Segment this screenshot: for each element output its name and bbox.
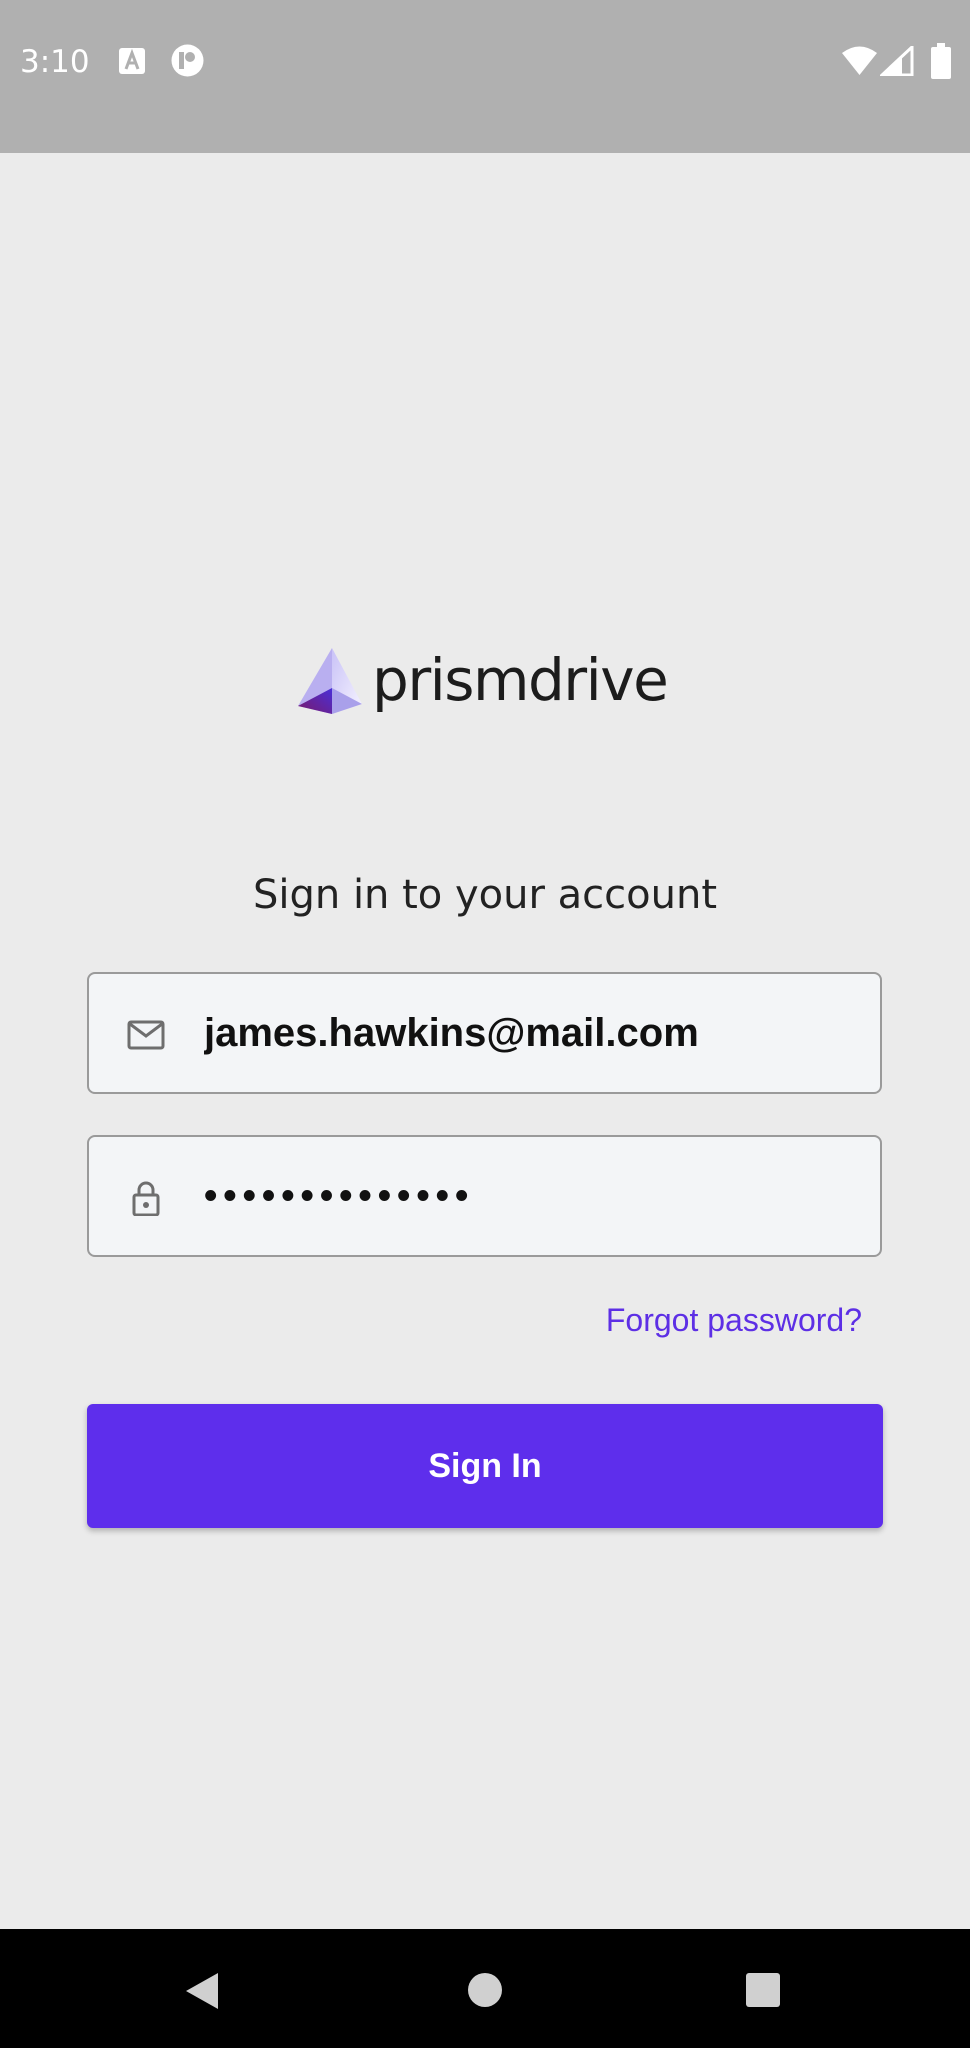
status-bar: 3:10 — [0, 0, 970, 153]
navigation-bar — [0, 1929, 970, 2048]
p-circle-icon — [171, 44, 204, 77]
password-field[interactable] — [204, 1137, 864, 1255]
a-box-icon — [119, 48, 145, 74]
login-screen: 3:10 prismdrive Sign in to your account … — [0, 0, 970, 2048]
signal-icon — [880, 46, 914, 76]
email-field[interactable] — [204, 974, 864, 1092]
lock-icon — [132, 1181, 160, 1216]
app-logo: prismdrive — [294, 640, 669, 720]
wifi-icon — [842, 46, 877, 75]
app-name: prismdrive — [372, 646, 669, 714]
home-icon[interactable] — [467, 1972, 503, 2008]
status-time: 3:10 — [20, 44, 90, 80]
password-field-container[interactable] — [87, 1135, 882, 1257]
page-title: Sign in to your account — [252, 872, 718, 918]
recent-apps-icon[interactable] — [745, 1972, 781, 2008]
sign-in-button[interactable]: Sign In — [87, 1404, 883, 1528]
back-icon[interactable] — [184, 1971, 220, 2011]
mail-icon — [127, 1020, 165, 1050]
battery-icon — [931, 43, 951, 79]
email-field-container[interactable] — [87, 972, 882, 1094]
prism-logo-icon — [298, 648, 362, 714]
forgot-password-link[interactable]: Forgot password? — [560, 1290, 862, 1350]
